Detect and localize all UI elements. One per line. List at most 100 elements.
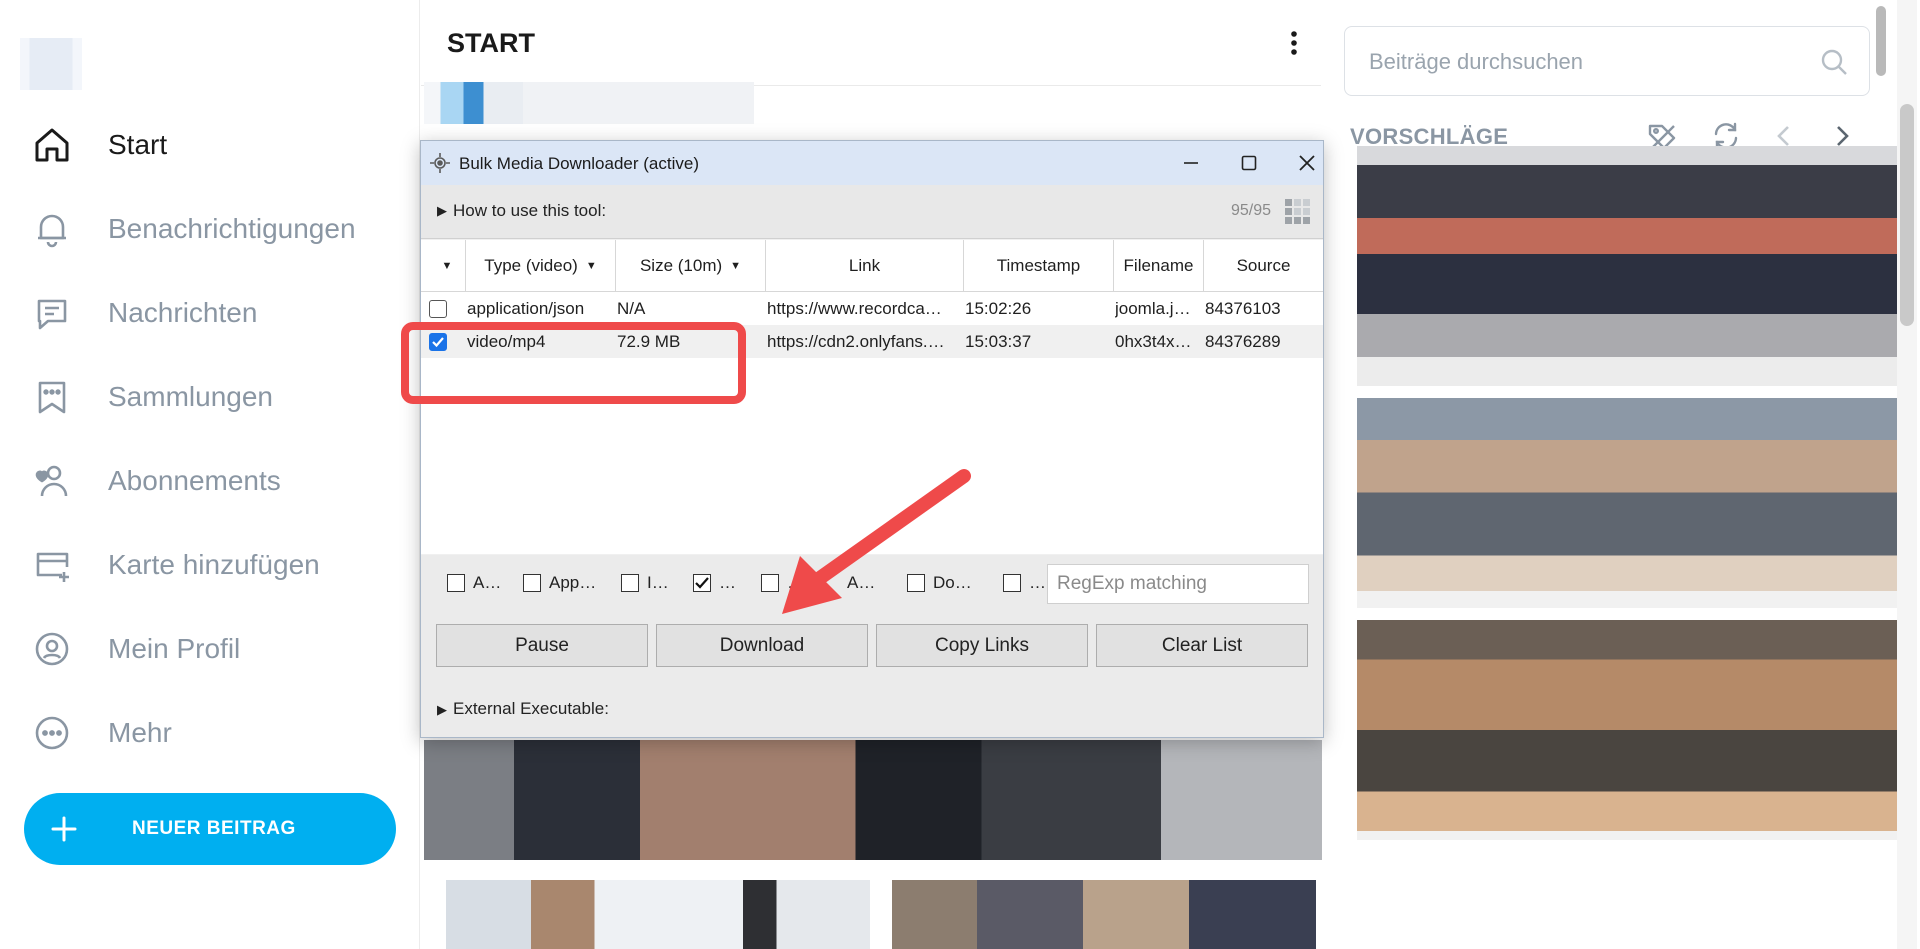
sidebar-item-label: Sammlungen bbox=[108, 381, 273, 412]
column-filename[interactable]: Filename bbox=[1114, 240, 1204, 292]
scrollbar-inner[interactable] bbox=[1876, 6, 1886, 76]
user-heart-icon bbox=[30, 459, 74, 503]
clear-list-button[interactable]: Clear List bbox=[1096, 624, 1308, 667]
card-plus-icon bbox=[30, 543, 74, 587]
blurred-post-thumbnail[interactable] bbox=[446, 880, 870, 949]
sidebar-item-label: Mein Profil bbox=[108, 633, 241, 664]
table-row[interactable]: application/json N/A https://www.recordc… bbox=[421, 292, 1323, 325]
new-post-label: NEUER BEITRAG bbox=[132, 818, 296, 839]
cell-link: https://www.recordca… bbox=[767, 299, 942, 318]
sidebar-item-label: Karte hinzufügen bbox=[108, 549, 320, 580]
filter-checkbox[interactable]: … bbox=[761, 569, 804, 597]
download-button[interactable]: Download bbox=[656, 624, 868, 667]
suggestion-card[interactable] bbox=[1357, 620, 1898, 840]
bookmark-stars-icon bbox=[30, 375, 74, 419]
sidebar-item-label: Nachrichten bbox=[108, 297, 258, 328]
external-executable-section[interactable]: ▶ External Executable: bbox=[421, 681, 1323, 737]
app-gear-icon bbox=[430, 153, 450, 173]
scrollbar-thumb[interactable] bbox=[1900, 104, 1914, 326]
blurred-post-thumbnail[interactable] bbox=[892, 880, 1316, 949]
column-type[interactable]: Type (video) ▼ bbox=[466, 240, 616, 292]
filter-bar: A… App… I… … … A… Do… … RegExp matching bbox=[421, 555, 1323, 611]
external-executable-label: External Executable: bbox=[453, 699, 609, 718]
sidebar-item-messages[interactable]: Nachrichten bbox=[30, 288, 257, 338]
message-icon bbox=[30, 291, 74, 335]
filter-checkbox[interactable]: A… bbox=[447, 569, 501, 597]
howto-section[interactable]: ▶ How to use this tool: 95/95 bbox=[421, 185, 1323, 239]
sidebar-item-label: Abonnements bbox=[108, 465, 281, 496]
sidebar-item-collections[interactable]: Sammlungen bbox=[30, 372, 273, 422]
close-button[interactable] bbox=[1285, 147, 1329, 179]
cell-timestamp: 15:03:37 bbox=[965, 332, 1032, 351]
regex-input[interactable]: RegExp matching bbox=[1047, 564, 1309, 604]
table-header: ▼ Type (video) ▼ Size (10m) ▼ Link Timesta… bbox=[421, 240, 1323, 292]
item-count: 95/95 bbox=[1230, 202, 1271, 219]
close-icon bbox=[1299, 155, 1315, 171]
maximize-button[interactable] bbox=[1227, 147, 1271, 179]
copy-links-button[interactable]: Copy Links bbox=[876, 624, 1088, 667]
cell-size: N/A bbox=[617, 299, 646, 318]
sidebar-item-profile[interactable]: Mein Profil bbox=[30, 624, 240, 674]
column-source[interactable]: Source bbox=[1204, 240, 1323, 292]
column-timestamp[interactable]: Timestamp bbox=[964, 240, 1114, 292]
sidebar-item-label: Benachrichtigungen bbox=[108, 213, 356, 244]
window-title: Bulk Media Downloader (active) bbox=[459, 154, 699, 173]
more-circle-icon bbox=[30, 711, 74, 755]
cell-type: application/json bbox=[467, 299, 585, 318]
sidebar-item-start[interactable]: Start bbox=[30, 120, 167, 170]
caret-down-icon: ▼ bbox=[730, 260, 742, 272]
column-link[interactable]: Link bbox=[766, 240, 964, 292]
blurred-post-image[interactable] bbox=[424, 740, 1323, 860]
main-header: START bbox=[421, 0, 1321, 86]
cell-source: 84376103 bbox=[1205, 299, 1281, 318]
grid-icon[interactable] bbox=[1285, 199, 1311, 225]
search-input[interactable]: Beiträge durchsuchen bbox=[1344, 26, 1870, 96]
minimize-button[interactable] bbox=[1169, 147, 1213, 179]
cell-link: https://cdn2.onlyfans.… bbox=[767, 332, 945, 351]
filter-checkbox[interactable]: App… bbox=[523, 569, 596, 597]
expand-triangle-icon: ▶ bbox=[437, 702, 447, 717]
suggestion-card[interactable] bbox=[1357, 146, 1898, 386]
expand-triangle-icon: ▶ bbox=[437, 203, 447, 218]
row-checkbox[interactable] bbox=[429, 300, 447, 318]
annotation-highlight-box bbox=[401, 322, 746, 404]
howto-label: How to use this tool: bbox=[453, 201, 607, 220]
new-post-button[interactable]: NEUER BEITRAG bbox=[24, 793, 396, 865]
filter-checkbox[interactable]: A… bbox=[821, 569, 875, 597]
sidebar-item-more[interactable]: Mehr bbox=[30, 708, 172, 758]
maximize-icon bbox=[1241, 155, 1257, 171]
site-logo[interactable] bbox=[20, 38, 82, 90]
sidebar-item-add-card[interactable]: Karte hinzufügen bbox=[30, 540, 320, 590]
caret-down-icon: ▼ bbox=[441, 260, 453, 272]
column-size[interactable]: Size (10m) ▼ bbox=[616, 240, 766, 292]
minimize-icon bbox=[1184, 162, 1198, 164]
select-all-dropdown[interactable]: ▼ bbox=[421, 240, 466, 292]
bulk-media-downloader-window: Bulk Media Downloader (active) ▶ How to … bbox=[420, 140, 1324, 738]
sidebar-item-subscriptions[interactable]: Abonnements bbox=[30, 456, 281, 506]
checkmark-icon bbox=[695, 577, 709, 589]
bell-icon bbox=[30, 207, 74, 251]
sidebar-item-label: Start bbox=[108, 129, 168, 160]
filter-checkbox[interactable]: … bbox=[1003, 569, 1046, 597]
window-titlebar[interactable]: Bulk Media Downloader (active) bbox=[421, 141, 1323, 185]
filter-checkbox[interactable]: I… bbox=[621, 569, 669, 597]
search-icon bbox=[1821, 49, 1847, 75]
cell-filename: joomla.j… bbox=[1115, 299, 1191, 318]
blurred-post-header bbox=[424, 82, 754, 124]
kebab-menu-icon[interactable] bbox=[1279, 28, 1309, 58]
profile-circle-icon bbox=[30, 627, 74, 671]
action-buttons: Pause Download Copy Links Clear List bbox=[421, 611, 1323, 681]
search-placeholder: Beiträge durchsuchen bbox=[1369, 49, 1584, 74]
home-icon bbox=[30, 123, 74, 167]
sidebar-item-notifications[interactable]: Benachrichtigungen bbox=[30, 204, 356, 254]
cell-filename: 0hx3t4x… bbox=[1115, 332, 1192, 351]
plus-icon bbox=[46, 811, 82, 847]
filter-checkbox-video[interactable]: … bbox=[693, 569, 736, 597]
pause-button[interactable]: Pause bbox=[436, 624, 648, 667]
page-title: START bbox=[447, 28, 535, 58]
filter-checkbox[interactable]: Do… bbox=[907, 569, 972, 597]
left-sidebar: Start Benachrichtigungen Nachrichten Sam… bbox=[0, 0, 420, 949]
caret-down-icon: ▼ bbox=[585, 260, 597, 272]
cell-source: 84376289 bbox=[1205, 332, 1281, 351]
suggestion-card[interactable] bbox=[1357, 398, 1898, 608]
